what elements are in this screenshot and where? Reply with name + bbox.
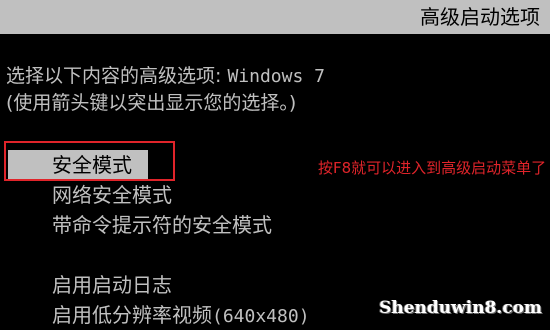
prompt-line-1: 选择以下内容的高级选项: Windows 7 bbox=[6, 64, 325, 89]
prompt-line-2: (使用箭头键以突出显示您的选择。) bbox=[6, 92, 297, 114]
window-title: 高级启动选项 bbox=[420, 5, 540, 29]
annotation-note: 按F8就可以进入到高级启动菜单了 bbox=[318, 159, 547, 177]
title-bar: 高级启动选项 bbox=[0, 0, 550, 34]
low-res-resolution: (640x480) bbox=[212, 306, 310, 327]
site-watermark: Shenduwin8.com bbox=[379, 298, 542, 318]
low-res-label: 启用低分辨率视频 bbox=[52, 303, 212, 327]
os-name: Windows 7 bbox=[227, 66, 325, 87]
menu-item-safe-mode-networking[interactable]: 网络安全模式 bbox=[52, 182, 172, 208]
annotation-red-box bbox=[4, 141, 175, 181]
menu-item-boot-logging[interactable]: 启用启动日志 bbox=[52, 272, 172, 298]
menu-item-low-resolution-video[interactable]: 启用低分辨率视频(640x480) bbox=[52, 302, 310, 330]
menu-item-safe-mode-command-prompt[interactable]: 带命令提示符的安全模式 bbox=[52, 212, 272, 238]
prompt-prefix: 选择以下内容的高级选项: bbox=[6, 65, 228, 87]
